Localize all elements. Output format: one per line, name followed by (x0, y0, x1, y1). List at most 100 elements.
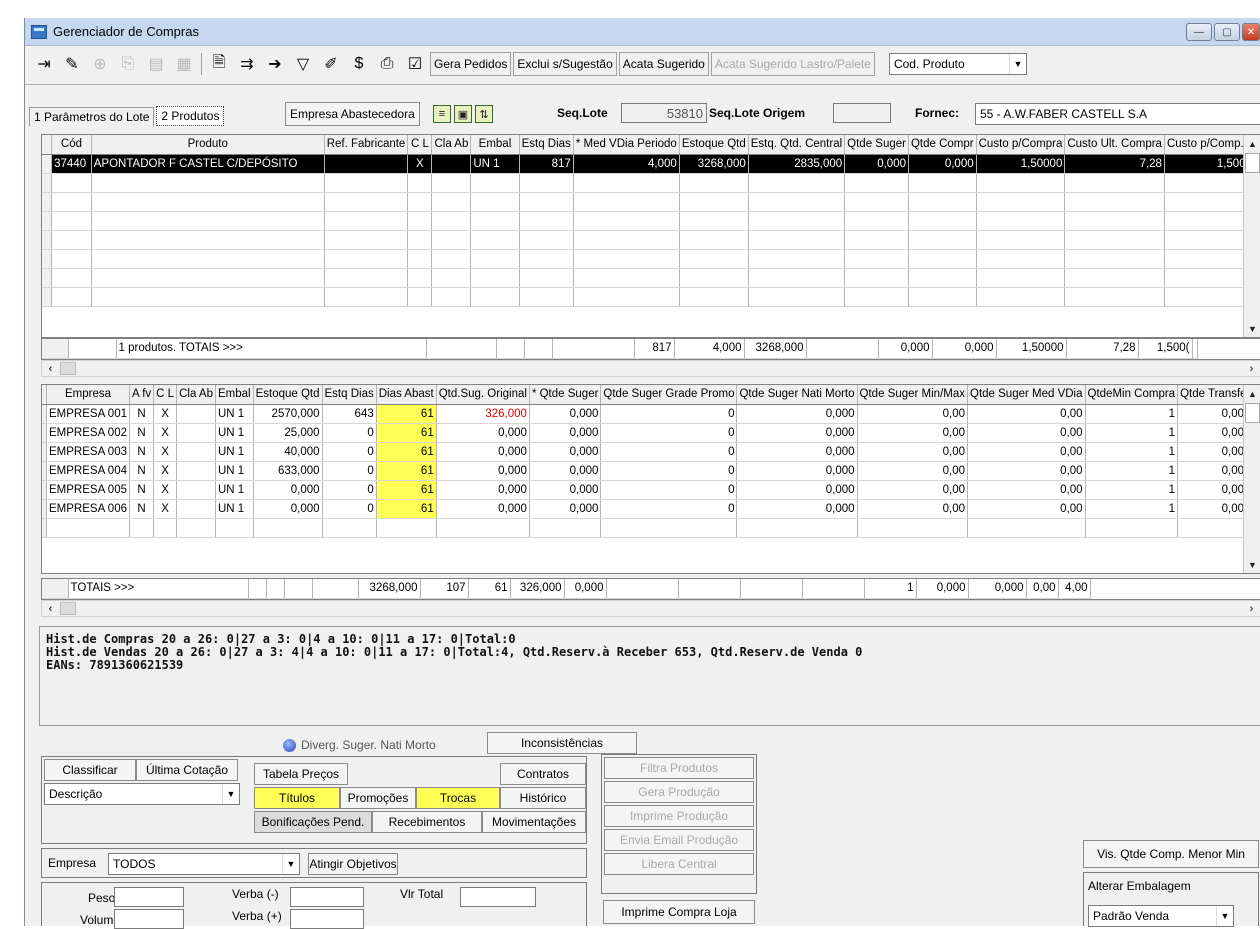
tabela-precos-button[interactable]: Tabela Preços (254, 763, 348, 785)
verba-mais-label: Verba (+) (232, 909, 282, 923)
notes-icon[interactable]: ✐ (318, 51, 344, 77)
minimize-button[interactable]: — (1186, 23, 1212, 41)
empresas-column-header: Qtd.Sug. Original (436, 385, 530, 405)
empresa-cell: 0,000 (436, 423, 530, 443)
print-disabled-icon[interactable]: ▤ (143, 51, 169, 77)
copy-icon[interactable]: ⎘ (115, 51, 141, 77)
export-icon[interactable]: ⇉ (234, 51, 260, 77)
scroll-up-icon[interactable]: ▲ (1244, 135, 1260, 152)
empresa-row[interactable]: EMPRESA 003 N X UN 1 40,000 0 61 0,000 0,000 0 0,0… (42, 442, 1260, 462)
empresas-vscroll[interactable]: ▲ ▼ (1243, 385, 1260, 573)
exclui-sugestao-button[interactable]: Exclui s/Sugestão (513, 52, 617, 76)
empresa-cell: EMPRESA 001 (46, 404, 130, 424)
products-column-header: Estq. Qtd. Central (748, 135, 846, 155)
inconsistencias-button[interactable]: Inconsistências (487, 732, 637, 754)
empresa-cell: EMPRESA 004 (46, 461, 130, 481)
products-column-header: Estoque Qtd (679, 135, 749, 155)
products-total-cell: 817 (634, 339, 675, 359)
empresa-cell: 0,000 (436, 442, 530, 462)
bonificacoes-button[interactable]: Bonificações Pend. (254, 811, 372, 833)
recebimentos-button[interactable]: Recebimentos (372, 811, 482, 833)
scroll-right-icon[interactable]: › (1243, 601, 1260, 616)
descricao-value: Descrição (49, 787, 103, 801)
document-icon[interactable]: 🗎 (206, 51, 232, 77)
empresa-row[interactable]: EMPRESA 004 N X UN 1 633,000 0 61 0,000 0,000 0 0,… (42, 461, 1260, 481)
tab-produtos[interactable]: 2 Produtos (156, 106, 225, 126)
scroll-down-icon[interactable]: ▼ (1244, 320, 1260, 337)
verba-menos-field[interactable] (290, 887, 364, 907)
libera-central-button[interactable]: Libera Central (604, 853, 754, 875)
empresa-cell (176, 442, 216, 462)
embalagem-select[interactable]: Padrão Venda ▼ (1088, 905, 1234, 927)
empresas-total-cell (678, 579, 741, 599)
scroll-left-icon[interactable]: ‹ (42, 361, 59, 376)
diverg-text: Diverg. Suger. Nati Morto (301, 738, 436, 752)
add-icon[interactable]: ⊕ (87, 51, 113, 77)
empresa-abastecedora-button[interactable]: Empresa Abastecedora (285, 102, 420, 126)
products-hscroll[interactable]: ‹ › (41, 360, 1260, 377)
peso-field[interactable] (114, 887, 184, 907)
gera-pedidos-button[interactable]: Gera Pedidos (430, 52, 512, 76)
acata-sugerido-button[interactable]: Acata Sugerido (618, 52, 709, 76)
filter-icon[interactable]: ▽ (290, 51, 316, 77)
fornecedor-select[interactable]: 55 - A.W.FABER CASTELL S.A (975, 103, 1260, 125)
empresas-column-header: Qtde Suger Med VDia (967, 385, 1086, 405)
gera-producao-button[interactable]: Gera Produção (604, 781, 754, 803)
printer-icon[interactable]: ⎙ (374, 51, 400, 77)
empresa-row[interactable]: EMPRESA 001 N X UN 1 2570,000 643 61 326,000 0,0… (42, 404, 1260, 424)
imprime-compra-loja-button[interactable]: Imprime Compra Loja (603, 900, 755, 924)
empresas-hscroll[interactable]: ‹ › (41, 600, 1260, 617)
empresa-cell: 0,000 (529, 423, 602, 443)
empresas-grid: Empresa A fv C L Cla Ab Embal Estoque Qtd Estq… (41, 384, 1260, 574)
row-indicator[interactable] (42, 154, 53, 174)
volume-field[interactable] (114, 909, 184, 929)
verba-mais-field[interactable] (290, 909, 364, 929)
scroll-left-icon[interactable]: ‹ (42, 601, 59, 616)
titulos-button[interactable]: Títulos (254, 787, 340, 809)
envia-email-producao-button[interactable]: Envia Email Produção (604, 829, 754, 851)
product-row[interactable]: 37440 APONTADOR F CASTEL C/DEPÓSITO X UN 18… (42, 154, 1260, 174)
trocas-button[interactable]: Trocas (416, 787, 500, 809)
movimentacoes-button[interactable]: Movimentações (482, 811, 586, 833)
grid-icon[interactable]: ▦ (171, 51, 197, 77)
historico-button[interactable]: Histórico (500, 787, 586, 809)
checklist-icon[interactable]: ☑ (402, 51, 428, 77)
empresa-row[interactable]: EMPRESA 006 N X UN 1 0,000 0 61 0,000 0,000 0 0,00… (42, 499, 1260, 519)
tab-parametros[interactable]: 1 Parâmetros do Lote (29, 107, 155, 126)
products-vscroll[interactable]: ▲ ▼ (1243, 135, 1260, 337)
price-icon[interactable]: $ (346, 51, 372, 77)
detail-view-icon[interactable]: ▣ (454, 105, 472, 123)
scroll-down-icon[interactable]: ▼ (1244, 556, 1260, 573)
empresa-cell: 61 (376, 499, 437, 519)
empresa-select[interactable]: TODOS ▼ (108, 853, 300, 875)
import-icon[interactable]: ➔ (262, 51, 288, 77)
promocoes-button[interactable]: Promoções (340, 787, 416, 809)
scroll-up-icon[interactable]: ▲ (1244, 385, 1260, 402)
imprime-producao-button[interactable]: Imprime Produção (604, 805, 754, 827)
chevron-down-icon: ▼ (282, 854, 299, 874)
empresa-row[interactable]: EMPRESA 005 N X UN 1 0,000 0 61 0,000 0,000 0 0,00… (42, 480, 1260, 500)
empresas-column-header: Qtde Suger Min/Max (857, 385, 969, 405)
vis-qtde-comp-button[interactable]: Vis. Qtde Comp. Menor Min (1083, 840, 1259, 868)
empresas-total-cell (740, 579, 803, 599)
descricao-select[interactable]: Descrição ▼ (44, 783, 240, 805)
empresas-column-header: Dias Abast (376, 385, 437, 405)
vlr-total-field[interactable] (460, 887, 536, 907)
scroll-right-icon[interactable]: › (1243, 361, 1260, 376)
atingir-objetivos-button[interactable]: Atingir Objetivos (308, 853, 398, 875)
classificar-button[interactable]: Classificar (44, 759, 136, 781)
filtra-produtos-button[interactable]: Filtra Produtos (604, 757, 754, 779)
exit-icon[interactable]: ⇥ (31, 51, 57, 77)
contratos-button[interactable]: Contratos (500, 763, 586, 785)
sort-select[interactable]: Cod. Produto ▼ (888, 53, 1027, 75)
ultima-cotacao-button[interactable]: Última Cotação (136, 759, 238, 781)
maximize-button[interactable]: ▢ (1214, 23, 1240, 41)
edit-icon[interactable]: ✎ (59, 51, 85, 77)
products-total-cell (496, 339, 525, 359)
close-button[interactable]: ✕ (1242, 23, 1260, 41)
split-view-icon[interactable]: ⇅ (475, 105, 493, 123)
list-view-icon[interactable]: ≡ (433, 105, 451, 123)
products-total-cell (68, 339, 117, 359)
empresa-row[interactable]: EMPRESA 002 N X UN 1 25,000 0 61 0,000 0,000 0 0,0… (42, 423, 1260, 443)
acata-sugerido-lastro-button[interactable]: Acata Sugerido Lastro/Palete (710, 52, 875, 76)
